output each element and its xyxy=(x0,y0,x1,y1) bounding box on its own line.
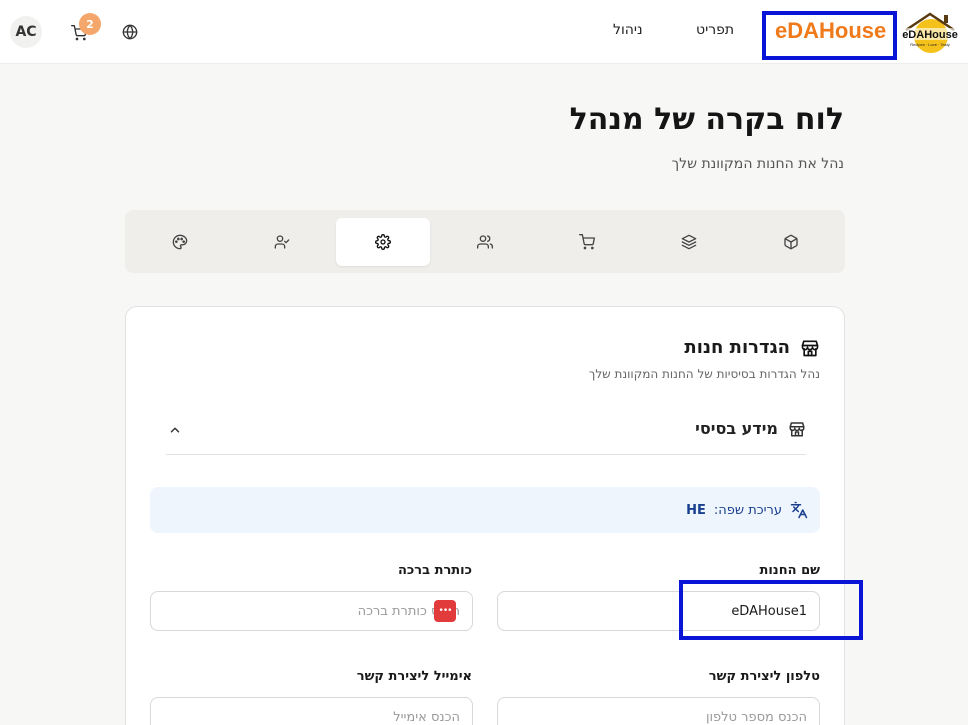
palette-icon xyxy=(172,234,188,250)
cart-count-badge: 2 xyxy=(79,13,101,35)
settings-gear-icon xyxy=(375,234,391,250)
tab-orders[interactable] xyxy=(540,218,634,266)
phone-label: טלפון ליצירת קשר xyxy=(708,669,820,684)
language-edit-banner: עריכת שפה: HE xyxy=(150,487,820,533)
email-label: אימייל ליצירת קשר xyxy=(356,669,472,684)
card-header: הגדרות חנות xyxy=(684,337,820,358)
svg-text:Recipes · Love · Tasty: Recipes · Love · Tasty xyxy=(910,42,950,47)
admin-tabs xyxy=(125,210,845,273)
email-input[interactable] xyxy=(150,697,473,725)
tab-categories[interactable] xyxy=(642,218,736,266)
brand-highlight-box xyxy=(762,11,897,60)
nav-menu-link[interactable]: תפריט xyxy=(696,22,734,38)
tab-products[interactable] xyxy=(744,218,838,266)
translate-icon xyxy=(790,501,808,519)
store-icon xyxy=(801,340,819,356)
tab-permissions[interactable] xyxy=(235,218,329,266)
language-edit-label: עריכת שפה: xyxy=(713,502,782,518)
store-name-label: שם החנות xyxy=(759,563,820,578)
house-logo-icon: eDAHouse Recipes · Love · Tasty xyxy=(898,12,962,53)
layers-icon xyxy=(681,234,697,250)
page-title: לוח בקרה של מנהל xyxy=(569,102,844,137)
users-icon xyxy=(477,235,493,249)
package-icon xyxy=(784,234,798,250)
top-header: AC 2 ניהול תפריט eDAHouse eDAHouse Recip… xyxy=(0,0,968,64)
svg-text:eDAHouse: eDAHouse xyxy=(902,29,958,41)
page-subtitle: נהל את החנות המקוונת שלך xyxy=(671,156,844,172)
welcome-title-input[interactable] xyxy=(150,591,473,631)
tab-themes[interactable] xyxy=(133,218,227,266)
chevron-up-icon[interactable] xyxy=(168,423,182,437)
basic-info-accordion[interactable]: מידע בסיסי xyxy=(166,405,806,455)
phone-input[interactable] xyxy=(497,697,820,725)
shopping-cart-icon xyxy=(579,234,595,250)
store-settings-card: הגדרות חנות נהל הגדרות בסיסיות של החנות … xyxy=(125,306,845,725)
globe-icon xyxy=(122,24,138,40)
password-manager-icon[interactable]: ••• xyxy=(434,600,456,622)
language-button[interactable] xyxy=(120,22,140,42)
tab-settings[interactable] xyxy=(336,218,430,266)
language-code: HE xyxy=(686,502,706,518)
store-name-highlight-box xyxy=(679,580,863,640)
accordion-header: מידע בסיסי xyxy=(695,419,806,438)
tab-users[interactable] xyxy=(438,218,532,266)
accordion-title: מידע בסיסי xyxy=(695,419,778,438)
card-subtitle: נהל הגדרות בסיסיות של החנות המקוונת שלך xyxy=(588,367,820,381)
site-logo[interactable]: eDAHouse Recipes · Love · Tasty xyxy=(898,10,962,54)
user-check-icon xyxy=(274,235,290,249)
welcome-title-label: כותרת ברכה xyxy=(398,563,472,578)
card-title: הגדרות חנות xyxy=(684,337,790,358)
store-icon xyxy=(789,421,805,436)
language-edit-row: עריכת שפה: HE xyxy=(686,501,808,519)
user-avatar[interactable]: AC xyxy=(10,16,42,48)
nav-manage-link[interactable]: ניהול xyxy=(613,22,643,38)
